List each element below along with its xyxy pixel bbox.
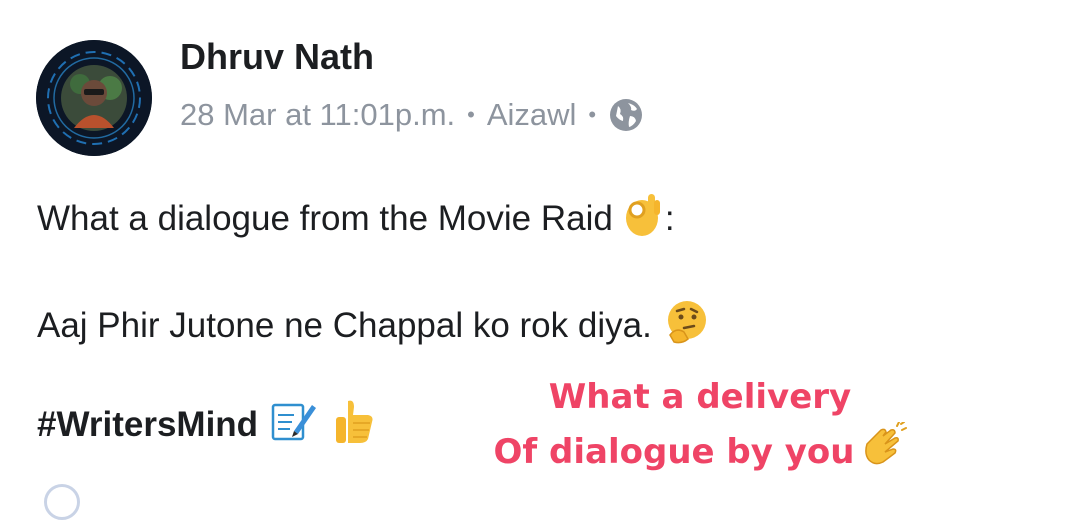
author-name[interactable]: Dhruv Nath	[180, 36, 374, 78]
post-timestamp[interactable]: 28 Mar at 11:01p.m.	[180, 97, 455, 133]
post-meta: 28 Mar at 11:01p.m. • Aizawl •	[180, 95, 644, 135]
clapping-hands-emoji-icon	[855, 421, 907, 482]
memo-emoji-icon	[270, 399, 318, 452]
overlay-caption: What a delivery Of dialogue by you	[494, 372, 907, 482]
overlay-line2: Of dialogue by you	[493, 432, 855, 472]
reaction-indicator[interactable]	[44, 484, 80, 520]
hashtag-line: #WritersMind	[37, 400, 376, 450]
globe-icon[interactable]	[608, 97, 644, 133]
post-text-line: Aaj Phir Jutone ne Chappal ko rok diya.	[37, 300, 710, 349]
overlay-line2-row: Of dialogue by you	[494, 421, 907, 482]
post-text-line1-suffix: :	[664, 199, 675, 238]
hashtag-link[interactable]: #WritersMind	[37, 405, 258, 445]
meta-separator: •	[467, 102, 475, 127]
thumbs-up-emoji-icon	[332, 397, 376, 454]
post-location[interactable]: Aizawl	[487, 97, 577, 133]
ok-hand-emoji-icon	[623, 192, 661, 247]
meta-separator: •	[588, 102, 597, 127]
post-text-line2: Aaj Phir Jutone ne Chappal ko rok diya.	[37, 306, 652, 345]
author-avatar[interactable]	[36, 40, 152, 156]
overlay-line1: What a delivery	[548, 377, 852, 417]
post-text-line: What a dialogue from the Movie Raid :	[37, 193, 675, 242]
thinking-face-emoji-icon	[664, 299, 710, 354]
post-text-line1: What a dialogue from the Movie Raid	[37, 199, 613, 238]
